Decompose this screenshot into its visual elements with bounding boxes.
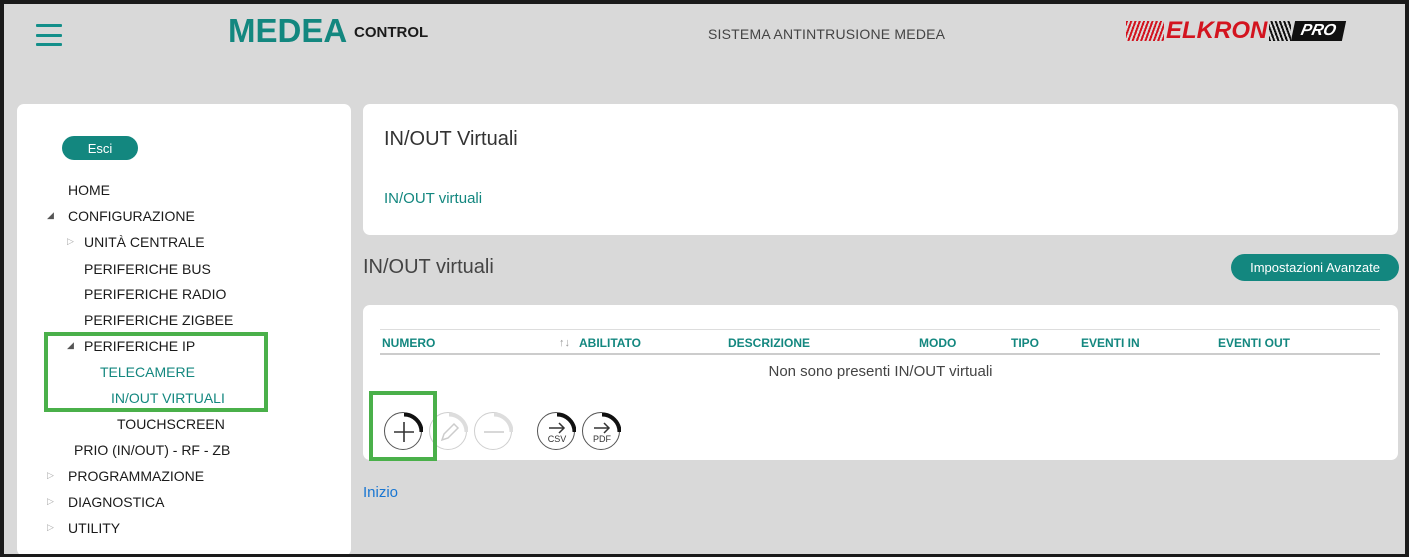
- sidebar-item-diagnostica[interactable]: DIAGNOSTICA: [68, 494, 164, 510]
- svg-text:CSV: CSV: [548, 434, 567, 444]
- column-header-numero[interactable]: NUMERO: [382, 336, 435, 350]
- column-header-tipo[interactable]: TIPO: [1011, 336, 1039, 350]
- column-header-eventi-in[interactable]: EVENTI IN: [1081, 336, 1140, 350]
- collapsed-arrow-icon[interactable]: ▷: [47, 522, 54, 533]
- sidebar-item-configurazione[interactable]: CONFIGURAZIONE: [68, 208, 195, 224]
- page-title: IN/OUT Virtuali: [384, 128, 518, 150]
- column-header-abilitato[interactable]: ABILITATO: [579, 336, 641, 350]
- column-header-descrizione[interactable]: DESCRIZIONE: [728, 336, 810, 350]
- home-link[interactable]: Inizio: [363, 484, 398, 501]
- column-header-eventi-out[interactable]: EVENTI OUT: [1218, 336, 1290, 350]
- logo-medea: MEDEA: [228, 12, 348, 49]
- sidebar-item-prio[interactable]: PRIO (IN/OUT) - RF - ZB: [74, 442, 230, 458]
- remove-icon: [484, 413, 513, 433]
- export-csv-button[interactable]: CSV: [537, 412, 576, 450]
- expanded-arrow-icon[interactable]: ◢: [47, 210, 54, 221]
- section-title: IN/OUT virtuali: [363, 256, 494, 278]
- highlight-box: [44, 332, 268, 412]
- table-header: NUMERO ↑↓ ABILITATO DESCRIZIONE MODO TIP…: [380, 329, 1380, 355]
- sidebar-item-programmazione[interactable]: PROGRAMMAZIONE: [68, 468, 204, 484]
- column-header-modo[interactable]: MODO: [919, 336, 956, 350]
- export-pdf-icon: PDF: [593, 413, 621, 444]
- sidebar-item-home[interactable]: HOME: [68, 182, 110, 198]
- page-header-panel: IN/OUT Virtuali IN/OUT virtuali: [363, 104, 1398, 235]
- breadcrumb-link[interactable]: IN/OUT virtuali: [384, 190, 482, 207]
- empty-table-message: Non sono presenti IN/OUT virtuali: [768, 363, 993, 380]
- system-title: SISTEMA ANTINTRUSIONE MEDEA: [708, 26, 946, 42]
- svg-text:PDF: PDF: [593, 434, 612, 444]
- remove-button[interactable]: [474, 412, 513, 450]
- sidebar-item-unita-centrale[interactable]: UNITÀ CENTRALE: [84, 234, 205, 250]
- logo-control: CONTROL: [354, 24, 429, 41]
- collapsed-arrow-icon[interactable]: ▷: [47, 496, 54, 507]
- sidebar-item-periferiche-bus[interactable]: PERIFERICHE BUS: [84, 261, 211, 277]
- sidebar-item-utility[interactable]: UTILITY: [68, 520, 120, 536]
- elkron-logo: ELKRON PRO: [1126, 17, 1354, 44]
- sidebar-item-periferiche-zigbee[interactable]: PERIFERICHE ZIGBEE: [84, 312, 233, 328]
- collapsed-arrow-icon[interactable]: ▷: [67, 236, 74, 247]
- table-panel: NUMERO ↑↓ ABILITATO DESCRIZIONE MODO TIP…: [363, 305, 1398, 460]
- export-pdf-button[interactable]: PDF: [582, 412, 621, 450]
- highlight-box: [369, 391, 437, 461]
- app-window: MEDEA CONTROL SISTEMA ANTINTRUSIONE MEDE…: [4, 4, 1405, 554]
- sidebar-item-periferiche-radio[interactable]: PERIFERICHE RADIO: [84, 286, 226, 302]
- sort-icon[interactable]: ↑↓: [559, 337, 570, 349]
- advanced-settings-button[interactable]: Impostazioni Avanzate: [1231, 254, 1399, 281]
- export-csv-icon: CSV: [548, 413, 576, 444]
- exit-button[interactable]: Esci: [62, 136, 138, 160]
- sidebar: Esci HOME ◢ CONFIGURAZIONE ▷ UNITÀ CENTR…: [17, 104, 351, 554]
- sidebar-item-touchscreen[interactable]: TOUCHSCREEN: [117, 416, 225, 432]
- collapsed-arrow-icon[interactable]: ▷: [47, 470, 54, 481]
- menu-icon[interactable]: [36, 24, 62, 46]
